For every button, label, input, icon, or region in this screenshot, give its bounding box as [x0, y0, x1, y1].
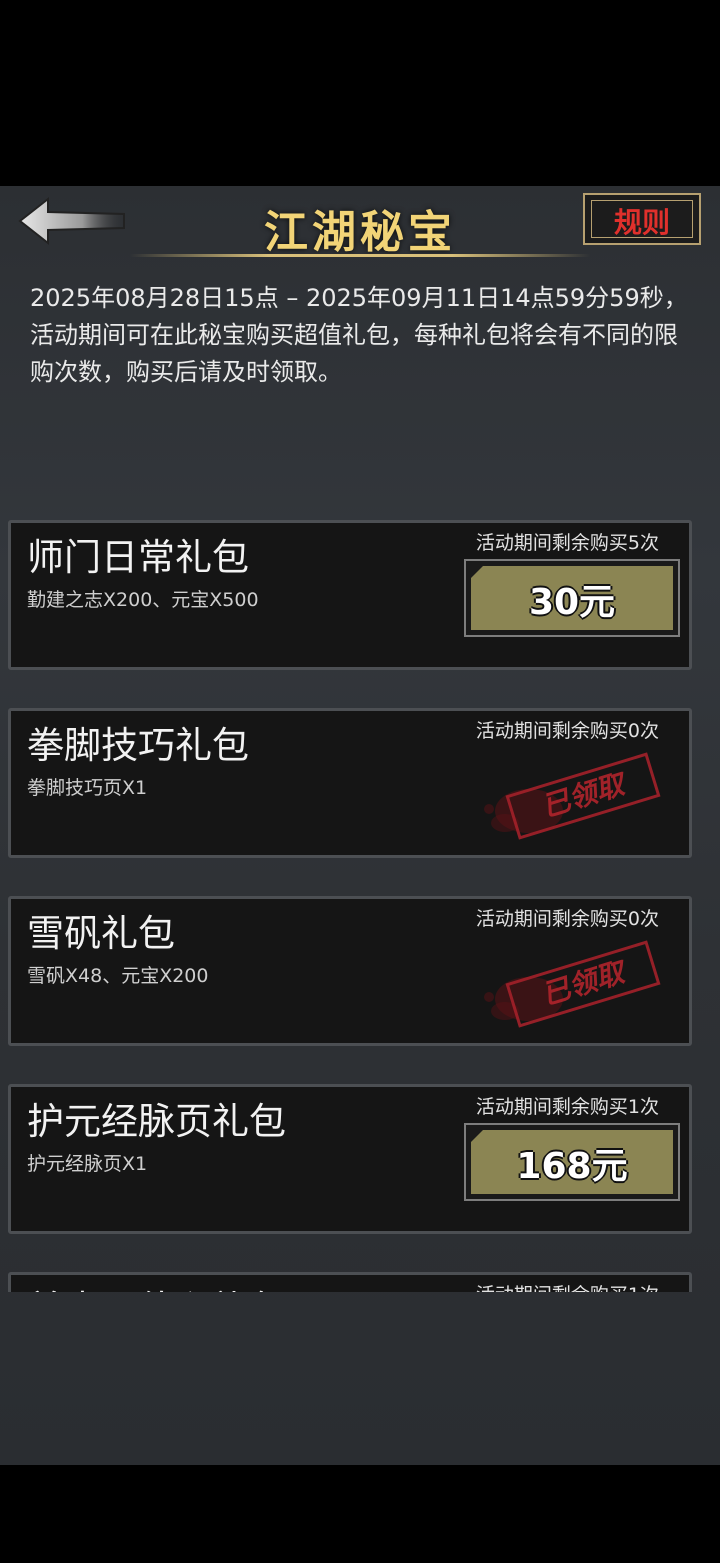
- package-list[interactable]: 师门日常礼包 勤建之志X200、元宝X500 活动期间剩余购买5次 30元 拳脚…: [0, 474, 720, 1292]
- buy-button[interactable]: 168元: [464, 1123, 680, 1201]
- package-name: 拳脚技巧礼包: [27, 724, 249, 767]
- package-card: 护元经脉页礼包 护元经脉页X1 活动期间剩余购买1次 168元: [8, 1084, 692, 1234]
- package-name: 首毒导值兴礼包: [27, 1279, 286, 1292]
- purchase-remaining: 活动期间剩余购买0次: [475, 908, 659, 930]
- purchase-remaining: 活动期间剩余购买0次: [475, 720, 659, 742]
- price-label: 30元: [528, 582, 616, 623]
- title-underline: [130, 254, 590, 257]
- package-name: 护元经脉页礼包: [27, 1100, 286, 1143]
- purchase-remaining: 活动期间剩余购买1次: [476, 1280, 659, 1292]
- package-contents: 护元经脉页X1: [27, 1153, 148, 1175]
- price-label: 168元: [516, 1146, 628, 1187]
- package-card: 雪矾礼包 雪矾X48、元宝X200 活动期间剩余购买0次 已领取: [8, 896, 692, 1046]
- package-contents: 雪矾X48、元宝X200: [27, 965, 209, 987]
- package-card: 师门日常礼包 勤建之志X200、元宝X500 活动期间剩余购买5次 30元: [8, 520, 692, 670]
- purchase-remaining: 活动期间剩余购买1次: [475, 1096, 659, 1118]
- package-card-cutoff: 首毒导值兴礼包 活动期间剩余购买1次: [8, 1272, 692, 1292]
- package-contents: 勤建之志X200、元宝X500: [27, 589, 259, 611]
- package-name: 雪矾礼包: [27, 912, 175, 955]
- header: 江湖秘宝 规则: [0, 186, 720, 262]
- event-description: 2025年08月28日15点 – 2025年09月11日14点59分59秒，活动…: [30, 284, 688, 386]
- rules-button[interactable]: 规则: [583, 193, 701, 245]
- package-name: 师门日常礼包: [27, 536, 249, 579]
- package-contents: 拳脚技巧页X1: [27, 777, 148, 799]
- event-screen: 江湖秘宝 规则 2025年08月28日15点 – 2025年09月11日14点5…: [0, 186, 720, 1465]
- purchase-remaining: 活动期间剩余购买5次: [475, 532, 659, 554]
- package-card: 拳脚技巧礼包 拳脚技巧页X1 活动期间剩余购买0次 已领取: [8, 708, 692, 858]
- rules-label: 规则: [613, 206, 670, 239]
- claimed-stamp: 已领取: [469, 751, 679, 851]
- claimed-stamp: 已领取: [469, 939, 679, 1039]
- buy-button[interactable]: 30元: [464, 559, 680, 637]
